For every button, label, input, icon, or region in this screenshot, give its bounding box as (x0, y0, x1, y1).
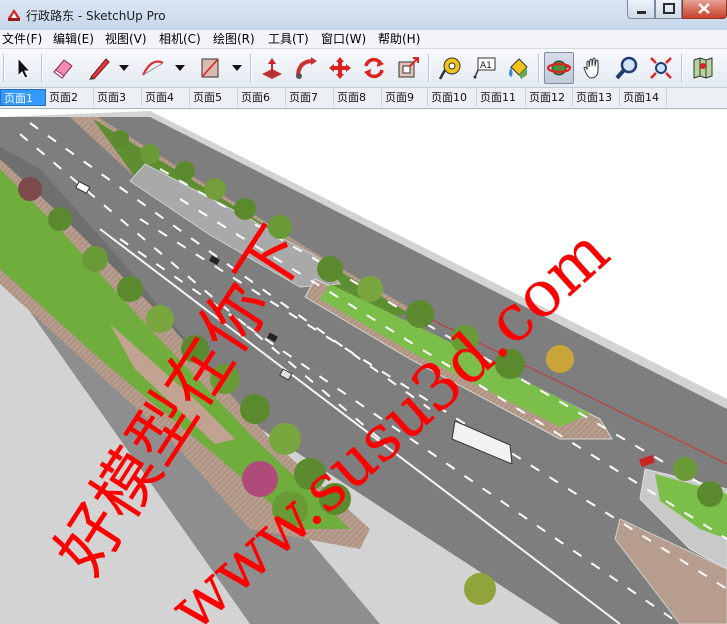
close-button[interactable] (682, 0, 727, 19)
toolbar-grip (3, 54, 5, 82)
paint-bucket-tool-button[interactable] (503, 52, 533, 84)
toolbar-separator (538, 54, 540, 82)
orbit-icon (546, 60, 572, 76)
sketchup-app-icon (8, 9, 20, 21)
menu-edit[interactable]: 编辑(E) (53, 31, 94, 47)
menu-draw[interactable]: 绘图(R) (213, 31, 255, 47)
map-location-icon (693, 57, 713, 79)
chevron-down-icon[interactable] (232, 64, 242, 72)
line-tool-button[interactable] (84, 52, 114, 84)
tab-page-1[interactable]: 页面1 (0, 89, 46, 106)
tab-page-4[interactable]: 页面4 (142, 89, 190, 106)
push-pull-tool-button[interactable] (257, 52, 287, 84)
arc-tool-button[interactable] (138, 52, 168, 84)
menu-view[interactable]: 视图(V) (105, 31, 147, 47)
tab-page-3[interactable]: 页面3 (94, 89, 142, 106)
tab-page-12[interactable]: 页面12 (526, 89, 573, 106)
zoom-icon (615, 56, 638, 80)
pencil-line-icon (89, 58, 110, 80)
text-label-icon: A1 (473, 57, 496, 79)
rectangle-icon (201, 58, 219, 78)
orbit-tool-button[interactable] (544, 52, 574, 84)
toolbar-separator (41, 54, 43, 82)
minimize-icon (637, 11, 646, 14)
tab-page-13[interactable]: 页面13 (573, 89, 620, 106)
rotate-tool-button[interactable] (359, 52, 389, 84)
menu-window[interactable]: 窗口(W) (321, 31, 366, 47)
model-viewport[interactable]: 好模型在你下 www.susu3d.com (0, 109, 727, 624)
tab-page-7[interactable]: 页面7 (286, 89, 334, 106)
move-icon (329, 57, 351, 79)
menu-help[interactable]: 帮助(H) (378, 31, 420, 47)
tab-page-5[interactable]: 页面5 (190, 89, 238, 106)
zoom-extents-tool-button[interactable] (646, 52, 676, 84)
maximize-button[interactable] (655, 0, 682, 19)
toolbar-separator (250, 54, 252, 82)
zoom-extents-icon (650, 57, 672, 79)
follow-me-tool-button[interactable] (291, 52, 321, 84)
menu-bar: 文件(F) 编辑(E) 视图(V) 相机(C) 绘图(R) 工具(T) 窗口(W… (0, 30, 727, 49)
window-title: 行政路东 - SketchUp Pro (26, 9, 166, 23)
zoom-tool-button[interactable] (612, 52, 642, 84)
svg-text:A1: A1 (480, 61, 492, 71)
follow-me-icon (296, 57, 317, 79)
chevron-down-icon[interactable] (119, 64, 129, 72)
toolbar-separator (428, 54, 430, 82)
rotate-icon (364, 57, 384, 79)
tab-page-9[interactable]: 页面9 (382, 89, 428, 106)
maximize-icon (663, 3, 675, 14)
scene-tabs: 页面1 页面2 页面3 页面4 页面5 页面6 页面7 页面8 页面9 页面10… (0, 88, 727, 109)
road-model-render: 好模型在你下 www.susu3d.com (0, 109, 727, 624)
pan-hand-icon (583, 57, 599, 79)
toolbar: A1 (0, 49, 727, 88)
chevron-down-icon[interactable] (175, 64, 185, 72)
arc-icon (142, 60, 164, 76)
tab-page-10[interactable]: 页面10 (428, 89, 477, 106)
menu-camera[interactable]: 相机(C) (159, 31, 201, 47)
tape-measure-icon (438, 57, 461, 80)
add-location-tool-button[interactable] (688, 52, 718, 84)
minimize-button[interactable] (627, 0, 655, 19)
move-tool-button[interactable] (325, 52, 355, 84)
rectangle-tool-button[interactable] (195, 52, 225, 84)
offset-tool-button[interactable] (393, 52, 423, 84)
text-tool-button[interactable]: A1 (469, 52, 499, 84)
tab-page-8[interactable]: 页面8 (334, 89, 382, 106)
tab-page-2[interactable]: 页面2 (46, 89, 94, 106)
title-bar: 行政路东 - SketchUp Pro (0, 0, 727, 31)
eraser-tool-button[interactable] (48, 52, 78, 84)
eraser-icon (53, 59, 73, 79)
menu-file[interactable]: 文件(F) (2, 31, 42, 47)
select-arrow-icon (17, 56, 32, 79)
select-tool-button[interactable] (8, 52, 38, 84)
offset-icon (398, 57, 419, 78)
push-pull-icon (262, 58, 282, 79)
paint-bucket-icon (509, 58, 528, 79)
toolbar-separator (681, 54, 683, 82)
menu-tools[interactable]: 工具(T) (268, 31, 309, 47)
tab-page-6[interactable]: 页面6 (238, 89, 286, 106)
tape-measure-tool-button[interactable] (435, 52, 465, 84)
pan-tool-button[interactable] (578, 52, 608, 84)
close-icon (698, 3, 710, 14)
tab-page-11[interactable]: 页面11 (477, 89, 526, 106)
tab-page-14[interactable]: 页面14 (620, 89, 667, 106)
